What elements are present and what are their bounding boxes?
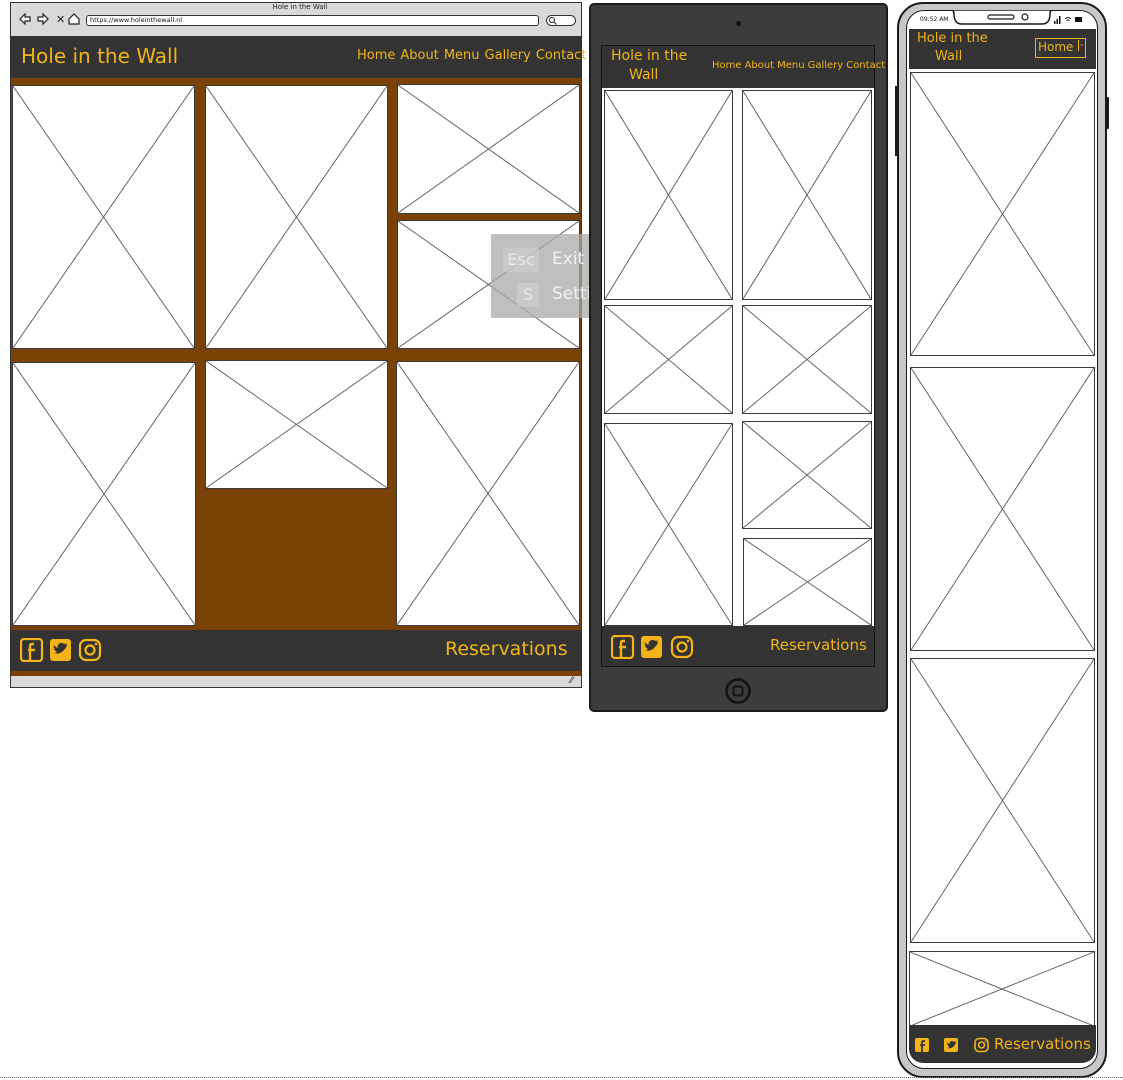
placeholder-cross-icon	[13, 86, 194, 348]
tablet-brand-line1[interactable]: Hole in the	[611, 48, 687, 64]
tablet-nav-contact[interactable]: Contact	[846, 60, 885, 71]
phone-social-icons[interactable]	[914, 1037, 992, 1053]
tablet-social-icons[interactable]	[611, 635, 695, 659]
search-icon	[549, 17, 557, 25]
wifi-icon	[1064, 17, 1072, 21]
twitter-icon	[50, 639, 71, 661]
tablet-nav: Home About Menu Gallery Contact	[712, 60, 885, 71]
address-bar-url: https://www.holeinthewall.nl	[90, 16, 183, 24]
image-placeholder	[12, 85, 195, 349]
back-arrow-icon	[19, 12, 31, 26]
home-icon	[68, 13, 80, 25]
placeholder-cross-icon	[744, 539, 871, 625]
desktop-social-icons[interactable]	[20, 638, 102, 662]
close-x-icon: ✕	[56, 13, 65, 26]
overlay-settings-key[interactable]: S	[517, 283, 539, 307]
placeholder-cross-icon	[206, 86, 387, 348]
placeholder-cross-icon	[206, 361, 387, 488]
desktop-brand[interactable]: Hole in the Wall	[21, 44, 178, 68]
chevron-down-icon: -	[1078, 40, 1084, 51]
image-placeholder	[604, 305, 733, 414]
tablet-nav-about[interactable]: About	[745, 60, 775, 71]
nav-link-menu[interactable]: Menu	[444, 48, 480, 63]
facebook-icon	[611, 635, 635, 659]
image-placeholder	[742, 305, 872, 414]
image-placeholder	[910, 367, 1095, 651]
nav-link-about[interactable]: About	[400, 48, 438, 63]
phone-reservations-link[interactable]: Reservations	[994, 1035, 1091, 1053]
resize-handle-icon[interactable]: ⁄⁄	[570, 676, 573, 686]
image-placeholder	[742, 421, 872, 529]
nav-link-contact[interactable]: Contact	[536, 48, 587, 63]
battery-icon	[1075, 17, 1082, 22]
placeholder-cross-icon	[911, 659, 1094, 942]
tablet-camera	[736, 21, 741, 26]
image-placeholder	[909, 951, 1095, 1027]
placeholder-cross-icon	[13, 363, 195, 625]
image-placeholder	[396, 361, 580, 626]
nav-link-home[interactable]: Home	[357, 48, 395, 63]
browser-status-bar	[11, 676, 581, 687]
instagram-icon	[670, 635, 694, 659]
twitter-icon	[944, 1038, 958, 1052]
image-placeholder	[205, 85, 388, 349]
phone-side-button[interactable]	[1105, 97, 1109, 129]
image-placeholder	[604, 423, 733, 626]
tablet-nav-menu[interactable]: Menu	[777, 60, 804, 71]
desktop-nav: Home About Menu Gallery Contact	[357, 48, 586, 63]
image-placeholder	[910, 72, 1095, 356]
placeholder-cross-icon	[605, 306, 732, 413]
placeholder-cross-icon	[743, 422, 871, 528]
instagram-icon	[974, 1037, 989, 1053]
overlay-exit-label[interactable]: Exit	[552, 249, 584, 269]
nav-link-gallery[interactable]: Gallery	[485, 48, 531, 63]
tablet-brand-line2[interactable]: Wall	[629, 67, 658, 83]
image-placeholder	[604, 90, 733, 300]
browser-nav-icons: ✕	[19, 12, 80, 26]
facebook-icon	[20, 638, 44, 662]
forward-arrow-icon	[37, 12, 49, 26]
placeholder-cross-icon	[743, 91, 871, 299]
placeholder-cross-icon	[743, 306, 871, 413]
phone-brand-line1[interactable]: Hole in the	[917, 31, 988, 46]
image-placeholder	[743, 538, 872, 626]
phone-status-icons	[1054, 16, 1082, 24]
tablet-home-button-icon[interactable]	[724, 677, 752, 705]
signal-icon	[1054, 16, 1061, 24]
placeholder-cross-icon	[910, 952, 1094, 1026]
tablet-reservations-link[interactable]: Reservations	[770, 636, 867, 654]
image-placeholder	[12, 362, 196, 626]
overlay-exit-key[interactable]: Esc	[503, 248, 539, 272]
phone-status-time: 09:52 AM	[920, 16, 949, 23]
placeholder-cross-icon	[398, 85, 579, 213]
page-bottom-edge	[0, 1077, 1123, 1078]
image-placeholder	[910, 658, 1095, 943]
placeholder-cross-icon	[397, 362, 579, 625]
browser-window-title: Hole in the Wall	[272, 3, 328, 11]
phone-brand-line2[interactable]: Wall	[935, 49, 962, 64]
image-placeholder	[397, 84, 580, 214]
image-placeholder	[742, 90, 872, 300]
placeholder-cross-icon	[605, 424, 732, 625]
facebook-icon	[915, 1038, 929, 1052]
desktop-reservations-link[interactable]: Reservations	[445, 638, 568, 660]
tablet-nav-gallery[interactable]: Gallery	[808, 60, 844, 71]
placeholder-cross-icon	[911, 73, 1094, 355]
instagram-icon	[78, 638, 102, 662]
phone-volume-button[interactable]	[895, 86, 898, 156]
placeholder-cross-icon	[911, 368, 1094, 650]
tablet-nav-home[interactable]: Home	[712, 60, 742, 71]
twitter-icon	[641, 636, 662, 658]
phone-nav-select-value: Home	[1038, 40, 1074, 54]
image-placeholder	[205, 360, 388, 489]
placeholder-cross-icon	[605, 91, 732, 299]
